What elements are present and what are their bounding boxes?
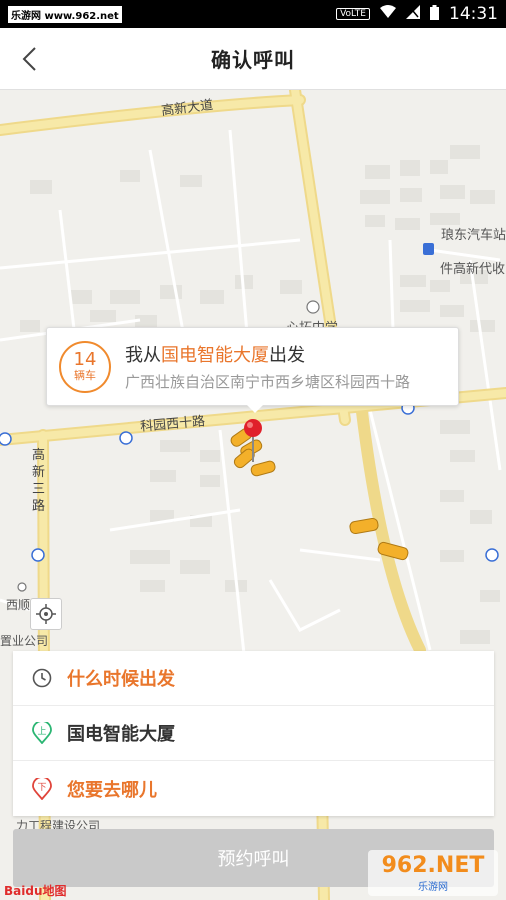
wifi-icon [380, 5, 396, 23]
status-bar: 乐游网 www.962.net VoLTE 14:31 [0, 0, 506, 28]
volte-indicator: VoLTE [336, 8, 370, 20]
svg-text:上: 上 [37, 726, 46, 737]
site-watermark-small: 乐游网 [418, 882, 448, 893]
end-marker-icon: 下 [31, 777, 53, 800]
clock: 14:31 [449, 4, 498, 24]
back-button[interactable] [10, 40, 48, 78]
page-title: 确认呼叫 [211, 48, 295, 72]
poi-agent: 件高新代收 [440, 262, 506, 277]
locate-button[interactable] [30, 598, 62, 630]
road-label-gaoxin-san: 高 新 三 路 [32, 448, 46, 514]
site-watermark: 962.NET 乐游网 [368, 850, 498, 896]
origin-label: 国电智能大厦 [67, 724, 175, 745]
poi-guangxi-partial: 西顺 [6, 598, 31, 612]
pickup-suffix: 出发 [269, 345, 305, 366]
site-watermark-big: 962.NET [381, 853, 485, 878]
pickup-address: 广西壮族自治区南宁市西乡塘区科园西十路 [125, 373, 411, 391]
signal-icon [406, 4, 420, 23]
departure-time-label: 什么时候出发 [67, 669, 175, 690]
pickup-callout[interactable]: 14 辆车 我从国电智能大厦出发 广西壮族自治区南宁市西乡塘区科园西十路 [46, 327, 459, 413]
pickup-place: 国电智能大厦 [161, 345, 269, 366]
destination-label: 您要去哪儿 [67, 779, 157, 801]
pickup-title: 我从国电智能大厦出发 [125, 341, 410, 367]
poi-bus-station: 琅东汽车站 [441, 228, 506, 243]
car-count-badge: 14 辆车 [59, 340, 111, 393]
trip-panel: 什么时候出发 上 国电智能大厦 下 您要去哪儿 [13, 651, 494, 816]
car-count-unit: 辆车 [74, 368, 96, 382]
svg-text:下: 下 [37, 783, 46, 793]
pickup-prefix: 我从 [125, 345, 161, 366]
start-marker-icon: 上 [31, 722, 53, 744]
nav-bar: 确认呼叫 [0, 28, 506, 90]
crosshair-icon [36, 604, 56, 624]
destination-row[interactable]: 下 您要去哪儿 [13, 761, 494, 816]
clock-icon [31, 667, 53, 689]
car-count: 14 [73, 348, 97, 370]
origin-row[interactable]: 上 国电智能大厦 [13, 706, 494, 761]
battery-icon [430, 4, 439, 24]
chevron-left-icon [22, 47, 36, 71]
baidu-map-logo: Baidu地图 [4, 884, 67, 898]
poi-industry-company: 置业公司 [0, 634, 49, 648]
departure-time-row[interactable]: 什么时候出发 [13, 651, 494, 706]
watermark-chip: 乐游网 www.962.net [8, 5, 122, 23]
